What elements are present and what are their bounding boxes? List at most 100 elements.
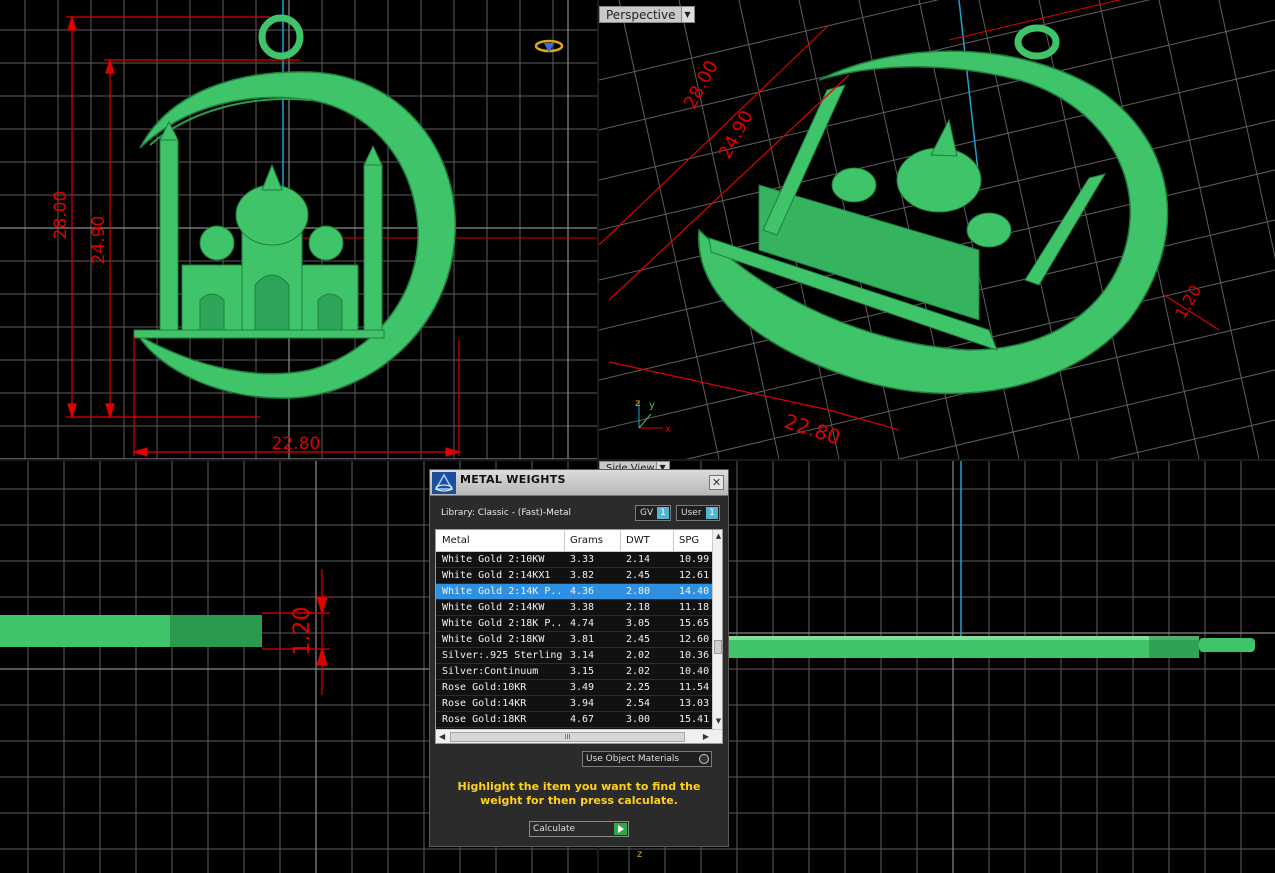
vertical-scrollbar[interactable]: ▲ ▼ bbox=[712, 530, 722, 729]
perspective-viewport[interactable]: 28.00 24.90 22.80 1.20 z y x Perspective… bbox=[599, 0, 1275, 459]
perspective-view-selector[interactable]: Perspective ▼ bbox=[599, 6, 695, 23]
cell-dwt: 2.25 bbox=[626, 682, 651, 693]
cell-metal: Silver:.925 Sterling bbox=[442, 650, 563, 661]
table-row[interactable]: Rose Gold:14KR 3.94 2.54 13.03 bbox=[436, 696, 712, 712]
axis-gizmo: z y x bbox=[635, 398, 671, 435]
cell-metal: White Gold 2:14KW bbox=[442, 602, 545, 613]
play-icon[interactable] bbox=[614, 823, 627, 835]
table-row[interactable]: White Gold 2:18KW 3.81 2.45 12.60 bbox=[436, 632, 712, 648]
cell-spg: 11.54 bbox=[679, 682, 710, 693]
user-toggle-label: User bbox=[681, 508, 702, 518]
cell-dwt: 2.45 bbox=[626, 634, 651, 645]
cell-metal: Rose Gold:18KR bbox=[442, 714, 527, 725]
column-header-metal[interactable]: Metal bbox=[442, 535, 470, 546]
table-row[interactable]: White Gold 2:10KW 3.33 2.14 10.99 bbox=[436, 552, 712, 568]
table-row[interactable]: White Gold 2:14KX1 3.82 2.45 12.61 bbox=[436, 568, 712, 584]
metal-weights-dialog[interactable]: METAL WEIGHTS ✕ Library: Classic - (Fast… bbox=[429, 469, 729, 847]
scroll-right-icon[interactable]: ▶ bbox=[703, 732, 709, 741]
perspective-width: 22.80 bbox=[781, 409, 843, 450]
axis-y-label: y bbox=[649, 400, 655, 411]
cell-grams: 3.33 bbox=[570, 554, 595, 565]
perspective-x-axis bbox=[948, 0, 1120, 41]
table-row[interactable]: Silver:.925 Sterling 3.14 2.02 10.36 bbox=[436, 648, 712, 664]
chevron-down-icon[interactable]: ▼ bbox=[680, 7, 694, 22]
gv-toggle-value: 1 bbox=[657, 507, 669, 519]
cell-spg: 10.40 bbox=[679, 666, 710, 677]
cell-grams: 3.82 bbox=[570, 570, 595, 581]
use-object-materials-label: Use Object Materials bbox=[586, 754, 680, 764]
scroll-up-icon[interactable]: ▲ bbox=[714, 532, 722, 542]
cell-spg: 10.36 bbox=[679, 650, 710, 661]
gv-toggle-label: GV bbox=[640, 508, 654, 518]
cell-spg: 12.60 bbox=[679, 634, 710, 645]
view-cube-icon[interactable] bbox=[534, 39, 564, 53]
table-header: Metal Grams DWT SPG bbox=[436, 530, 712, 552]
cell-grams: 3.49 bbox=[570, 682, 595, 693]
dialog-title: METAL WEIGHTS bbox=[460, 473, 566, 486]
front-view-canvas[interactable]: 28.00 24.90 22.80 bbox=[0, 0, 597, 459]
scroll-left-icon[interactable]: ◀ bbox=[439, 732, 445, 741]
close-icon[interactable]: ✕ bbox=[709, 475, 724, 490]
cell-grams: 3.81 bbox=[570, 634, 595, 645]
cell-dwt: 2.80 bbox=[626, 586, 651, 597]
cell-dwt: 2.14 bbox=[626, 554, 651, 565]
cell-spg: 12.61 bbox=[679, 570, 710, 581]
scroll-down-icon[interactable]: ▼ bbox=[714, 717, 722, 727]
perspective-height-inner: 24.90 bbox=[715, 107, 758, 162]
cell-dwt: 3.00 bbox=[626, 714, 651, 725]
table-row[interactable]: Rose Gold:18KR 4.67 3.00 15.41 bbox=[436, 712, 712, 728]
cell-metal: Silver:Continuum bbox=[442, 666, 539, 677]
metal-table[interactable]: Metal Grams DWT SPG White Gold 2:10KW 3.3… bbox=[435, 529, 723, 744]
cell-metal: White Gold 2:14K P... bbox=[442, 586, 564, 597]
cell-spg: 15.41 bbox=[679, 714, 710, 725]
height-outer-dimension: 28.00 bbox=[51, 191, 71, 240]
table-row[interactable]: White Gold 2:14K P... 4.36 2.80 14.40 bbox=[436, 584, 712, 600]
perspective-height-outer: 28.00 bbox=[680, 57, 723, 112]
cell-spg: 10.99 bbox=[679, 554, 710, 565]
cell-metal: White Gold 2:10KW bbox=[442, 554, 545, 565]
use-object-materials-option[interactable]: Use Object Materials bbox=[582, 751, 712, 767]
cell-metal: Rose Gold:10KR bbox=[442, 682, 527, 693]
cell-dwt: 2.45 bbox=[626, 570, 651, 581]
table-body[interactable]: White Gold 2:10KW 3.33 2.14 10.99 White Gold… bbox=[436, 552, 712, 729]
cell-grams: 3.38 bbox=[570, 602, 595, 613]
axis-z-label: z bbox=[635, 398, 640, 409]
app-logo-icon bbox=[432, 472, 456, 494]
cell-metal: White Gold 2:18K P... bbox=[442, 618, 564, 629]
cell-grams: 4.36 bbox=[570, 586, 595, 597]
pendant-side-model[interactable] bbox=[729, 636, 1255, 658]
horizontal-scrollbar[interactable]: ◀ III ▶ bbox=[436, 729, 722, 743]
height-inner-dimension: 24.90 bbox=[89, 216, 109, 265]
calculate-button[interactable]: Calculate bbox=[529, 821, 629, 837]
cell-metal: Rose Gold:14KR bbox=[442, 698, 527, 709]
cell-spg: 14.40 bbox=[679, 586, 710, 597]
table-row[interactable]: Silver:Continuum 3.15 2.02 10.40 bbox=[436, 664, 712, 680]
instruction-text: Highlight the item you want to find the … bbox=[457, 780, 701, 807]
perspective-label: Perspective bbox=[606, 8, 676, 22]
column-header-spg[interactable]: SPG bbox=[679, 535, 699, 546]
cell-grams: 3.94 bbox=[570, 698, 595, 709]
thickness-dimension: 1.20 bbox=[290, 607, 315, 656]
table-row[interactable]: White Gold 2:18K P... 4.74 3.05 15.65 bbox=[436, 616, 712, 632]
cell-dwt: 2.54 bbox=[626, 698, 651, 709]
front-viewport[interactable]: 28.00 24.90 22.80 bbox=[0, 0, 597, 459]
user-toggle[interactable]: User 1 bbox=[676, 505, 720, 521]
table-row[interactable]: White Gold 2:14KW 3.38 2.18 11.18 bbox=[436, 600, 712, 616]
cell-dwt: 2.18 bbox=[626, 602, 651, 613]
pendant-edge-model[interactable] bbox=[0, 615, 262, 647]
cell-grams: 4.67 bbox=[570, 714, 595, 725]
column-header-grams[interactable]: Grams bbox=[570, 535, 603, 546]
cell-grams: 4.74 bbox=[570, 618, 595, 629]
cell-dwt: 3.05 bbox=[626, 618, 651, 629]
dialog-titlebar[interactable]: METAL WEIGHTS ✕ bbox=[430, 470, 728, 496]
gv-toggle[interactable]: GV 1 bbox=[635, 505, 671, 521]
column-header-dwt[interactable]: DWT bbox=[626, 535, 650, 546]
perspective-canvas[interactable]: 28.00 24.90 22.80 1.20 z y x bbox=[599, 0, 1275, 459]
cad-workspace: 28.00 24.90 22.80 28.00 24.90 22.80 1.20… bbox=[0, 0, 1275, 873]
library-label: Library: Classic - (Fast)-Metal bbox=[441, 508, 572, 518]
use-object-materials-radio[interactable] bbox=[699, 754, 709, 764]
table-row[interactable]: Rose Gold:10KR 3.49 2.25 11.54 bbox=[436, 680, 712, 696]
horizontal-scroll-thumb[interactable]: III bbox=[450, 732, 685, 742]
vertical-scroll-thumb[interactable] bbox=[714, 640, 722, 654]
pendant-model[interactable] bbox=[133, 14, 456, 399]
